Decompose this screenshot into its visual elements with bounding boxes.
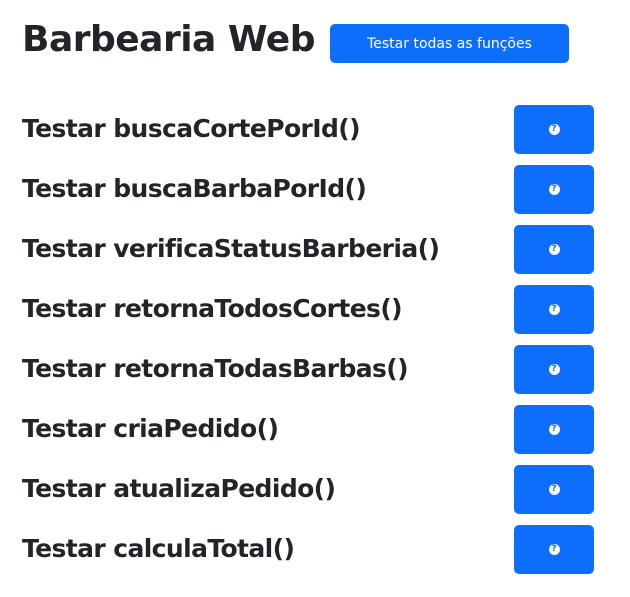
run-retorna-todos-cortes-button[interactable]: ?	[514, 285, 594, 334]
run-busca-barba-por-id-button[interactable]: ?	[514, 165, 594, 214]
question-circle-icon: ?	[548, 544, 560, 555]
test-row-retorna-todas-barbas: Testar retornaTodasBarbas() ?	[22, 345, 602, 405]
question-circle-icon: ?	[548, 484, 560, 495]
test-row-busca-barba-por-id: Testar buscaBarbaPorId() ?	[22, 165, 602, 225]
question-circle-icon: ?	[548, 424, 560, 435]
page-title: Barbearia Web	[22, 19, 316, 60]
run-cria-pedido-button[interactable]: ?	[514, 405, 594, 454]
test-label: Testar atualizaPedido()	[22, 474, 336, 503]
header: Barbearia Web	[22, 18, 316, 62]
test-row-verifica-status-barberia: Testar verificaStatusBarberia() ?	[22, 225, 602, 285]
question-circle-icon: ?	[548, 184, 560, 195]
test-label: Testar buscaBarbaPorId()	[22, 174, 367, 203]
test-label: Testar retornaTodosCortes()	[22, 294, 403, 323]
test-all-button[interactable]: Testar todas as funções	[330, 24, 569, 63]
test-row-calcula-total: Testar calculaTotal() ?	[22, 525, 602, 585]
test-row-retorna-todos-cortes: Testar retornaTodosCortes() ?	[22, 285, 602, 345]
test-label: Testar retornaTodasBarbas()	[22, 354, 409, 383]
test-label: Testar criaPedido()	[22, 414, 279, 443]
test-list: Testar buscaCortePorId() ? Testar buscaB…	[22, 105, 602, 585]
test-row-busca-corte-por-id: Testar buscaCortePorId() ?	[22, 105, 602, 165]
question-circle-icon: ?	[548, 124, 560, 135]
run-retorna-todas-barbas-button[interactable]: ?	[514, 345, 594, 394]
test-label: Testar buscaCortePorId()	[22, 114, 361, 143]
test-label: Testar calculaTotal()	[22, 534, 295, 563]
test-row-cria-pedido: Testar criaPedido() ?	[22, 405, 602, 465]
test-row-atualiza-pedido: Testar atualizaPedido() ?	[22, 465, 602, 525]
test-label: Testar verificaStatusBarberia()	[22, 234, 440, 263]
question-circle-icon: ?	[548, 364, 560, 375]
question-circle-icon: ?	[548, 304, 560, 315]
run-verifica-status-barberia-button[interactable]: ?	[514, 225, 594, 274]
run-calcula-total-button[interactable]: ?	[514, 525, 594, 574]
run-atualiza-pedido-button[interactable]: ?	[514, 465, 594, 514]
question-circle-icon: ?	[548, 244, 560, 255]
run-busca-corte-por-id-button[interactable]: ?	[514, 105, 594, 154]
